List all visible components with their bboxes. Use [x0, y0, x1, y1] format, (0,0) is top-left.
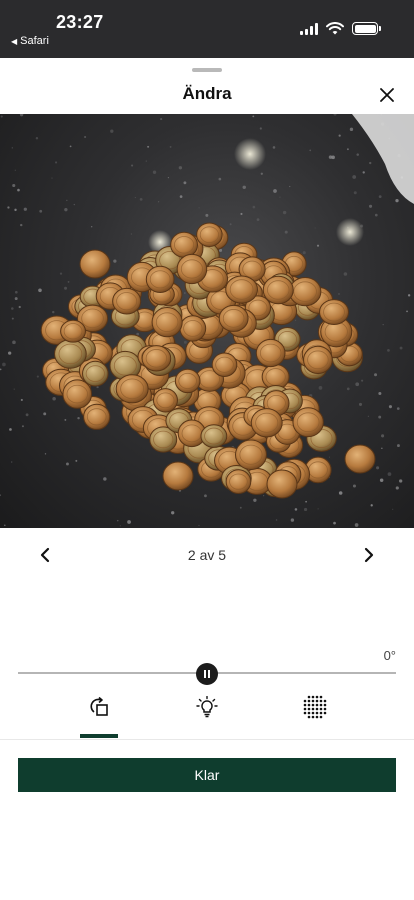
image-pager: 2 av 5 [0, 544, 414, 566]
back-triangle-icon: ◀ [11, 36, 18, 46]
close-icon [380, 88, 394, 102]
status-bar: 23:27 ◀ Safari [0, 0, 414, 58]
divider [0, 739, 414, 740]
wifi-icon [326, 22, 344, 35]
pager-label: 2 av 5 [187, 547, 227, 563]
done-button[interactable]: Klar [18, 758, 396, 792]
coins-image [0, 114, 414, 527]
rotation-angle-label: 0° [383, 648, 396, 663]
signal-icon [300, 22, 318, 35]
close-button[interactable] [376, 84, 398, 106]
battery-icon [352, 22, 381, 35]
sheet-grabber[interactable] [192, 68, 222, 72]
dot-grid-icon [303, 695, 327, 719]
status-icons [300, 22, 381, 35]
brightness-tool-button[interactable] [187, 692, 227, 722]
page-title: Ändra [182, 84, 232, 103]
rotation-slider-thumb[interactable] [196, 663, 218, 685]
next-image-button[interactable] [360, 544, 378, 566]
rotate-icon [90, 696, 108, 716]
chevron-right-icon [364, 547, 374, 563]
lightbulb-icon [196, 696, 218, 718]
selected-tool-indicator [80, 734, 118, 738]
sharpness-tool-button[interactable] [295, 692, 335, 722]
status-time: 23:27 [56, 12, 104, 32]
back-to-app-link[interactable]: ◀ Safari [11, 35, 49, 47]
rotate-tool-button[interactable] [79, 692, 119, 722]
coins-photo [0, 114, 414, 528]
back-app-label: Safari [20, 35, 49, 47]
